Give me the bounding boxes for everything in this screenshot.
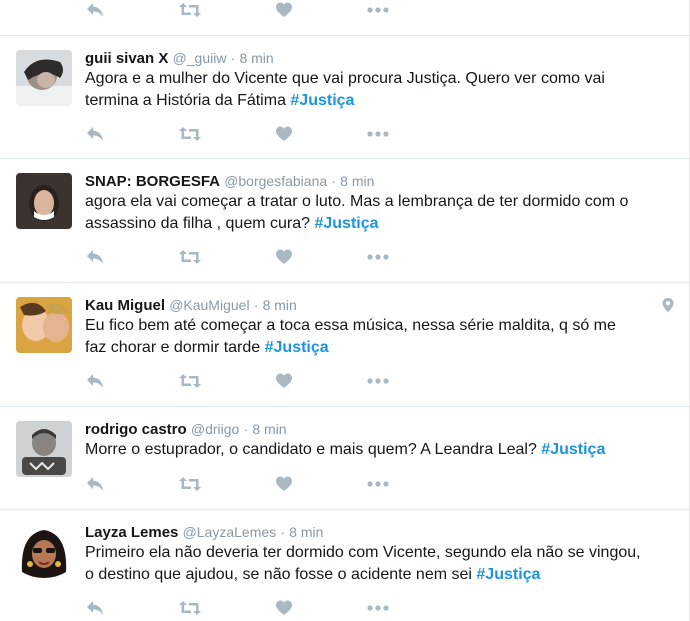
- author-handle[interactable]: @driigo: [191, 421, 239, 437]
- author-handle[interactable]: @_guiiw: [173, 50, 227, 66]
- retweet-icon[interactable]: [178, 599, 204, 619]
- tweet-text: agora ela vai começar a tratar o luto. M…: [85, 191, 665, 234]
- timestamp[interactable]: 8 min: [239, 50, 273, 66]
- tweet-header: Layza Lemes @LayzaLemes · 8 min: [85, 522, 323, 542]
- tweet[interactable]: rodrigo castro @driigo · 8 min Morre o e…: [0, 407, 689, 510]
- avatar[interactable]: [16, 421, 72, 477]
- tweet[interactable]: Layza Lemes @LayzaLemes · 8 min Primeiro…: [0, 510, 689, 621]
- tweet-text: Morre o estuprador, o candidato e mais q…: [85, 439, 665, 461]
- timestamp[interactable]: 8 min: [289, 524, 323, 540]
- tweet-body: Eu fico bem até começar a toca essa músi…: [85, 317, 616, 356]
- avatar[interactable]: [16, 297, 72, 353]
- avatar[interactable]: [16, 50, 72, 106]
- tweet-header: SNAP: BORGESFA @borgesfabiana · 8 min: [85, 171, 374, 191]
- hashtag-link[interactable]: #Justiça: [541, 441, 605, 458]
- author-name[interactable]: rodrigo castro: [85, 421, 187, 438]
- author-handle[interactable]: @borgesfabiana: [224, 173, 327, 189]
- heart-icon[interactable]: [275, 125, 301, 145]
- reply-icon[interactable]: [85, 475, 111, 495]
- tweet-actions: [85, 372, 415, 392]
- tweet-text: Eu fico bem até começar a toca essa músi…: [85, 315, 665, 358]
- timestamp[interactable]: 8 min: [263, 297, 297, 313]
- tweet[interactable]: SNAP: BORGESFA @borgesfabiana · 8 min ag…: [0, 159, 689, 283]
- separator: ·: [331, 173, 336, 189]
- author-name[interactable]: SNAP: BORGESFA: [85, 173, 220, 190]
- more-icon[interactable]: [366, 372, 392, 392]
- more-icon[interactable]: [366, 248, 392, 268]
- separator: ·: [280, 524, 285, 540]
- author-name[interactable]: guii sivan: [85, 50, 154, 67]
- heart-icon[interactable]: [275, 1, 301, 21]
- retweet-icon[interactable]: [178, 1, 204, 21]
- separator: ·: [243, 421, 249, 437]
- hashtag-link[interactable]: #Justiça: [314, 215, 378, 232]
- timestamp[interactable]: 8 min: [340, 173, 374, 189]
- tweet-body: Morre o estuprador, o candidato e mais q…: [85, 441, 542, 458]
- more-icon[interactable]: [366, 599, 392, 619]
- tweet-actions: [85, 125, 415, 145]
- tweet-actions: [85, 599, 415, 619]
- reply-icon[interactable]: [85, 248, 111, 268]
- timestamp[interactable]: 8 min: [252, 421, 286, 437]
- retweet-icon[interactable]: [178, 125, 204, 145]
- tweet[interactable]: guii sivan X @_guiiw · 8 min Agora e a m…: [0, 36, 689, 159]
- heart-icon[interactable]: [275, 248, 301, 268]
- hashtag-link[interactable]: #Justiça: [290, 92, 354, 109]
- location-pin-icon[interactable]: [661, 297, 675, 313]
- tweet-header: Kau Miguel @KauMiguel · 8 min: [85, 295, 297, 315]
- tweet-header: rodrigo castro @driigo · 8 min: [85, 419, 287, 439]
- retweet-icon[interactable]: [178, 372, 204, 392]
- tweet-partial: [0, 0, 689, 36]
- timeline-stream: guii sivan X @_guiiw · 8 min Agora e a m…: [0, 0, 690, 621]
- tweet-actions: [85, 248, 415, 268]
- tweet-text: Agora e a mulher do Vicente que vai proc…: [85, 68, 665, 111]
- hashtag-link[interactable]: #Justiça: [476, 566, 540, 583]
- tweet-body: Primeiro ela não deveria ter dormido com…: [85, 544, 641, 583]
- separator: ·: [253, 297, 259, 313]
- reply-icon[interactable]: [85, 372, 111, 392]
- more-icon[interactable]: [366, 1, 392, 21]
- hashtag-link[interactable]: #Justiça: [265, 339, 329, 356]
- author-handle[interactable]: @LayzaLemes: [183, 524, 277, 540]
- retweet-icon[interactable]: [178, 248, 204, 268]
- reply-icon[interactable]: [85, 125, 111, 145]
- more-icon[interactable]: [366, 125, 392, 145]
- author-name[interactable]: Layza Lemes: [85, 524, 178, 541]
- separator: ·: [230, 50, 236, 66]
- tweet-text: Primeiro ela não deveria ter dormido com…: [85, 542, 665, 585]
- avatar[interactable]: [16, 173, 72, 229]
- tweet[interactable]: Kau Miguel @KauMiguel · 8 min Eu fico be…: [0, 283, 689, 407]
- reply-icon[interactable]: [85, 599, 111, 619]
- more-icon[interactable]: [366, 475, 392, 495]
- tweet-header: guii sivan X @_guiiw · 8 min: [85, 48, 274, 68]
- author-name[interactable]: Kau Miguel: [85, 297, 165, 314]
- heart-icon[interactable]: [275, 475, 301, 495]
- author-handle[interactable]: @KauMiguel: [169, 297, 249, 313]
- heart-icon[interactable]: [275, 599, 301, 619]
- retweet-icon[interactable]: [178, 475, 204, 495]
- reply-icon[interactable]: [85, 1, 111, 21]
- heart-icon[interactable]: [275, 372, 301, 392]
- tweet-actions: [85, 475, 415, 495]
- avatar[interactable]: [16, 524, 72, 580]
- tweet-actions: [85, 1, 415, 21]
- name-badge: X: [158, 50, 169, 67]
